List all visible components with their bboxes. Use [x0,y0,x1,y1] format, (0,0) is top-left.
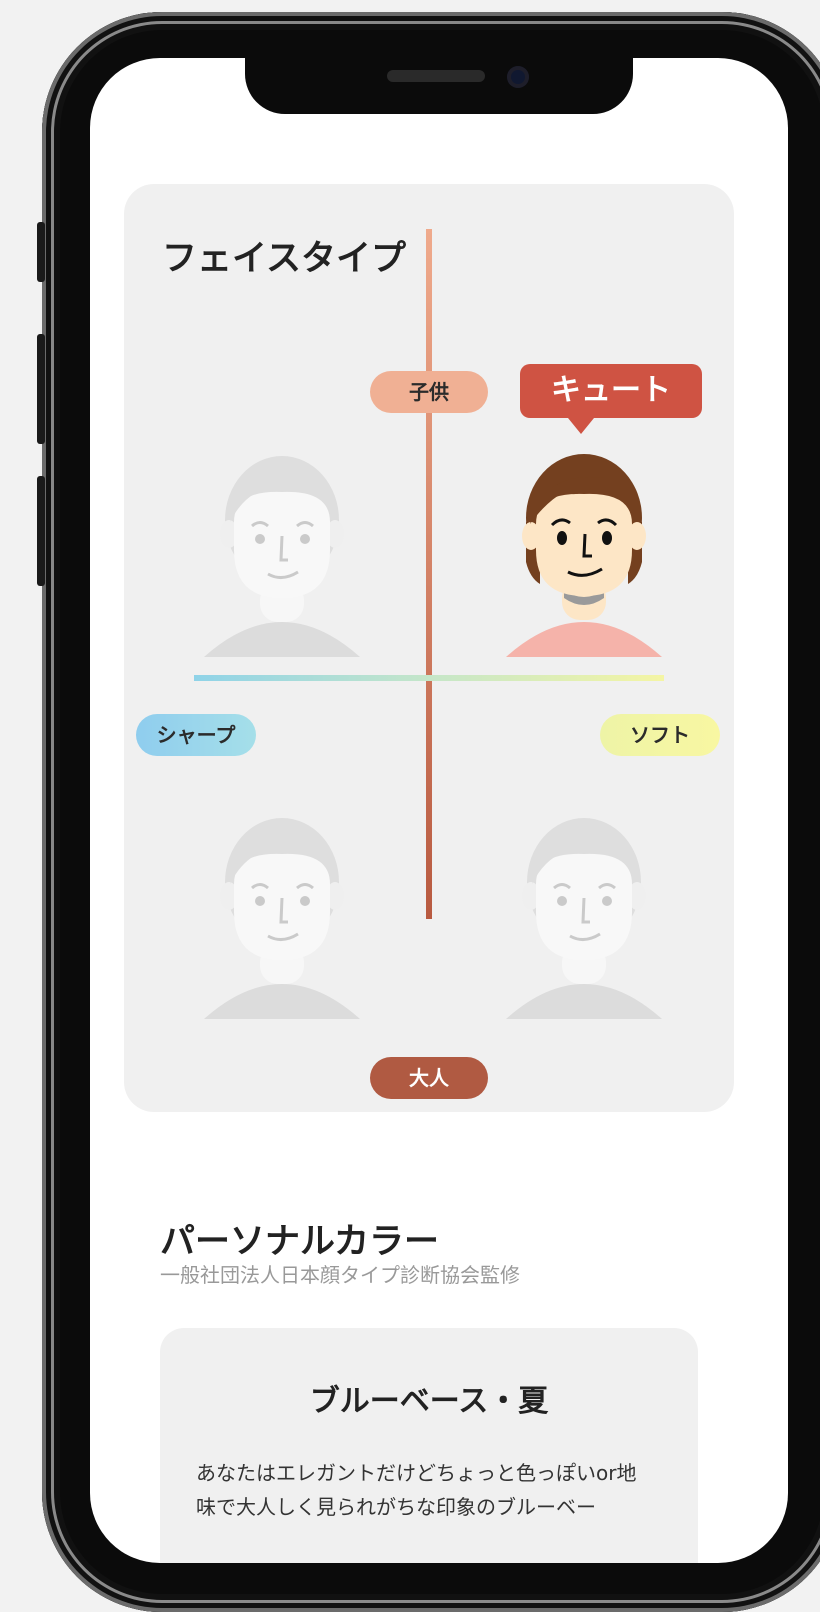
volume-down-button [37,476,45,586]
personal-color-result-title: ブルーベース・夏 [309,1384,549,1419]
child-adult-axis [426,229,432,919]
person-avatar-icon [204,456,360,657]
personal-color-subtitle: 一般社団法人日本顔タイプ診断協会監修 [160,1263,520,1287]
front-camera-icon [507,66,529,88]
axis-label-sharp: シャープ [136,714,256,756]
cute-face-avatar-icon [506,454,662,657]
axis-label-adult: 大人 [370,1057,488,1099]
volume-up-button [37,334,45,444]
person-avatar-icon [204,818,360,1019]
result-tag-pointer [568,418,594,434]
face-quadrant-top-left[interactable] [202,452,362,657]
phone-screen: フェイスタイプ 子供 大人 シャープ ソフト キュート パーソナルカラー 一般社… [90,58,788,1563]
face-quadrant-bottom-left[interactable] [202,814,362,1019]
result-tag-cute: キュート [520,364,702,418]
axis-label-soft: ソフト [600,714,720,756]
notch [245,58,633,114]
axis-label-child: 子供 [370,371,488,413]
speaker-grille [387,70,485,82]
personal-color-description: あなたはエレガントだけどちょっと色っぽいor地味で大人しく見られがちな印象のブル… [196,1461,637,1519]
face-type-title: フェイスタイプ [162,239,406,279]
sharp-soft-axis [194,675,664,681]
face-quadrant-bottom-right[interactable] [504,814,664,1019]
personal-color-title: パーソナルカラー [160,1222,439,1262]
face-type-card: フェイスタイプ 子供 大人 シャープ ソフト キュート [124,184,734,1112]
person-avatar-icon [506,818,662,1019]
personal-color-card: ブルーベース・夏 あなたはエレガントだけどちょっと色っぽいor地味で大人しく見ら… [160,1328,698,1563]
mute-switch [37,222,45,282]
face-quadrant-top-right[interactable] [504,452,664,657]
